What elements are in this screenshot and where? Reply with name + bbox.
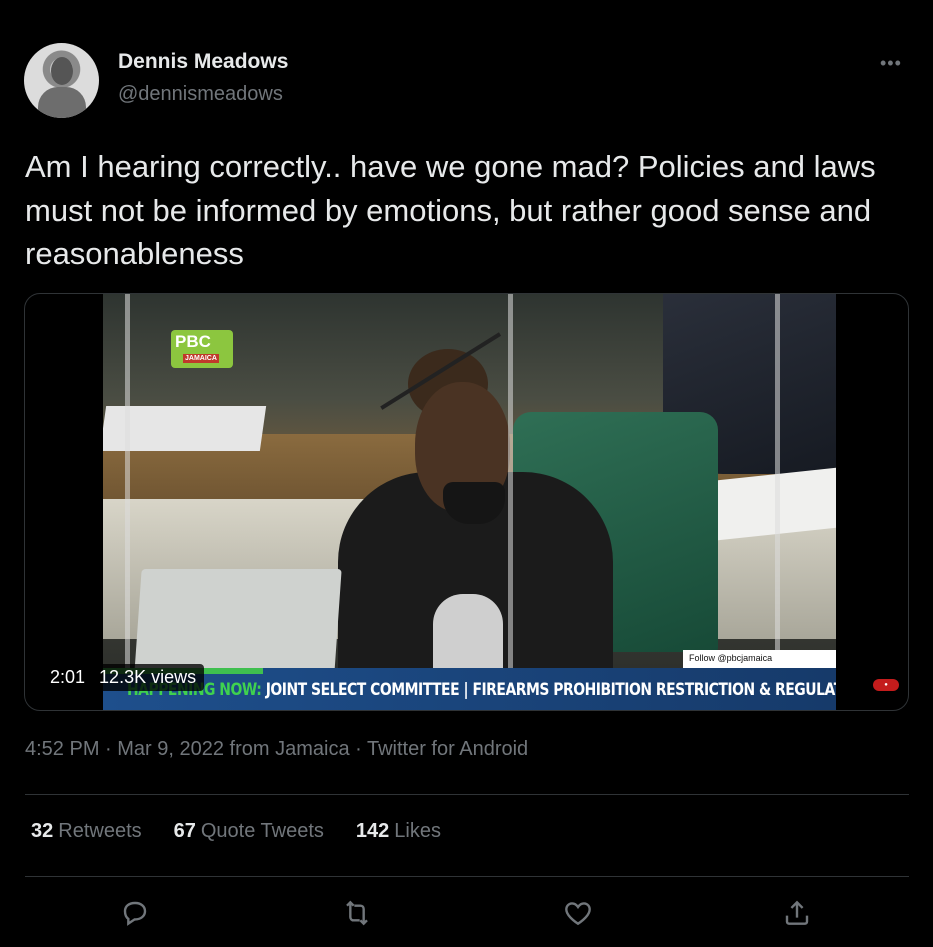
pbc-logo-subtext: JAMAICA (183, 354, 219, 363)
scene-speaker-mask (443, 482, 505, 524)
avatar-head-shape (51, 57, 73, 85)
retweet-icon (346, 900, 368, 926)
author-handle[interactable]: @dennismeadows (118, 83, 283, 106)
pbc-logo-text: PBC (175, 332, 211, 351)
video-views: 12.3K views (99, 667, 197, 687)
author-display-name[interactable]: Dennis Meadows (118, 50, 288, 74)
tweet-timestamp[interactable]: 4:52 PM · Mar 9, 2022 from Jamaica · Twi… (25, 738, 528, 761)
avatar-body-shape (38, 87, 86, 118)
video-player[interactable]: PBC JAMAICA Follow @pbcjamaica HAPPENING… (24, 293, 909, 711)
divider (25, 794, 909, 795)
likes-stat[interactable]: 142 Likes (356, 820, 441, 843)
scene-laptop (134, 569, 342, 674)
quotes-label: Quote Tweets (200, 820, 324, 842)
pbc-logo: PBC JAMAICA (171, 330, 233, 368)
reply-button[interactable] (117, 895, 153, 931)
video-frame[interactable]: PBC JAMAICA Follow @pbcjamaica HAPPENING… (103, 294, 836, 710)
channel-badge-icon: ● (873, 679, 899, 691)
retweets-count: 32 (31, 820, 54, 842)
more-icon[interactable]: ••• (880, 54, 908, 72)
share-button[interactable] (779, 895, 815, 931)
likes-count: 142 (355, 820, 390, 842)
scene-divider-pole (508, 294, 513, 674)
reply-icon (123, 901, 147, 926)
scene-speaker-shirt (433, 594, 503, 674)
follow-bar: Follow @pbcjamaica (683, 650, 836, 668)
scene-divider-pole (775, 294, 780, 674)
scene-divider-pole (125, 294, 130, 674)
video-duration: 2:01 (50, 667, 86, 687)
divider (25, 876, 909, 877)
likes-label: Likes (394, 820, 441, 842)
quote-tweets-stat[interactable]: 67 Quote Tweets (174, 820, 324, 843)
tweet-text: Am I hearing correctly.. have we gone ma… (25, 149, 876, 271)
video-meta-overlay: 2:01 12.3K views (38, 664, 205, 691)
like-button[interactable] (560, 895, 596, 931)
like-icon (565, 902, 591, 926)
lower-third-text: HAPPENING NOW: JOINT SELECT COMMITTEE | … (127, 680, 836, 700)
tweet-actions (0, 895, 933, 931)
share-icon (785, 900, 809, 925)
retweets-label: Retweets (58, 820, 142, 842)
author-avatar[interactable] (24, 43, 99, 118)
quotes-count: 67 (173, 820, 196, 842)
lower-third-title: JOINT SELECT COMMITTEE | FIREARMS PROHIB… (265, 680, 836, 700)
retweet-button[interactable] (339, 895, 375, 931)
retweets-stat[interactable]: 32 Retweets (31, 820, 142, 843)
engagement-stats: 32 Retweets 67 Quote Tweets 142 Likes (31, 820, 441, 843)
lower-third-banner: HAPPENING NOW: JOINT SELECT COMMITTEE | … (103, 668, 836, 710)
